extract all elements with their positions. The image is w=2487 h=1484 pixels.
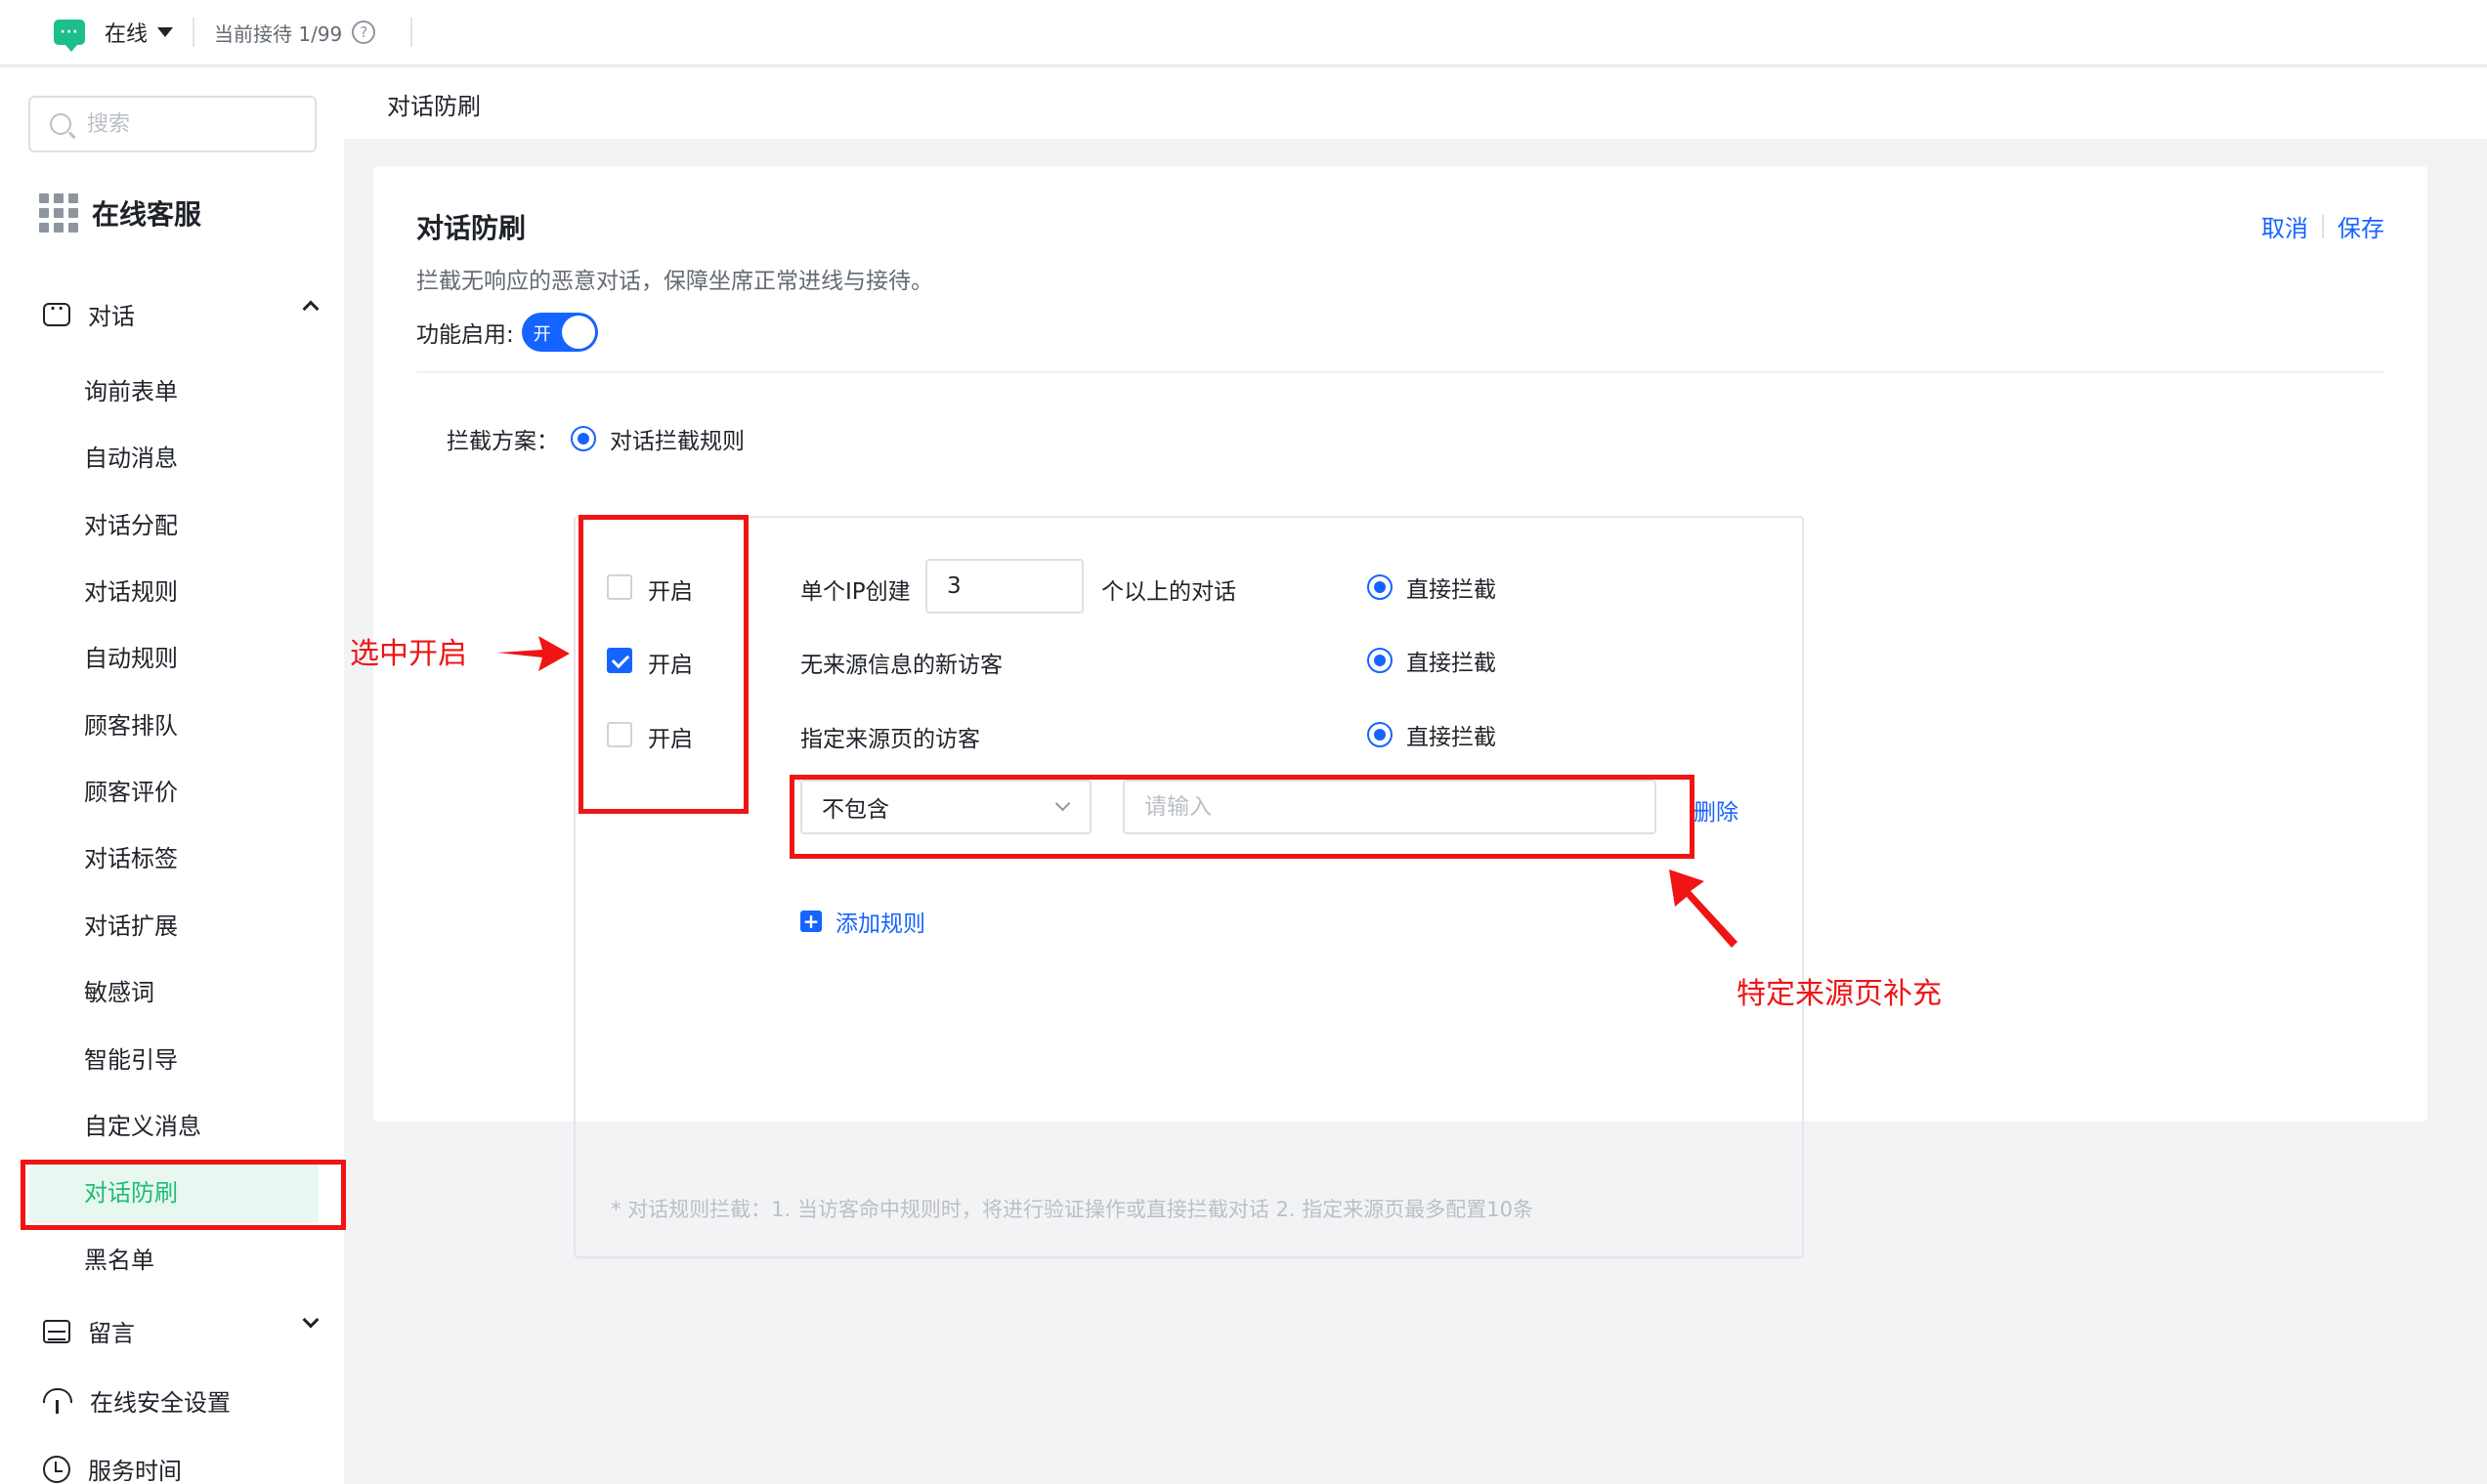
enable-row: 功能启用: 开 [416,313,598,352]
card-description: 拦截无响应的恶意对话，保障坐席正常进线与接待。 [416,269,933,294]
help-icon[interactable]: ? [352,21,376,44]
page-header: 对话防刷 [344,68,2487,139]
divider [2322,214,2324,238]
annotation-select-enable: 选中开启 [350,637,467,671]
search-input[interactable] [87,111,302,137]
rule-3-action-radio[interactable] [1367,722,1393,747]
chat-bubble-icon [43,299,70,326]
annotation-arrow-right [497,636,570,671]
sidebar-item-dialog-assign[interactable]: 对话分配 [84,506,178,540]
rule-1-suffix: 个以上的对话 [1101,579,1236,605]
sidebar-group-security[interactable]: 在线安全设置 [43,1383,317,1418]
breadcrumb: 对话防刷 [387,92,481,120]
divider [410,18,413,47]
rule-2-action-radio[interactable] [1367,648,1393,673]
chevron-down-icon[interactable] [302,1311,320,1329]
online-chat-icon: ··· [54,20,85,52]
annotation-box-source-rule [790,775,1694,859]
annotation-arrow-up [1669,869,1737,948]
rule-3-action[interactable]: 直接拦截 [1367,718,1496,751]
brand-title: 在线客服 [92,198,202,231]
scheme-radio[interactable] [571,426,596,451]
rule-3-action-label[interactable]: 直接拦截 [1406,718,1496,751]
sidebar-group-label: 对话 [88,303,135,330]
sidebar-item-smart-guide[interactable]: 智能引导 [84,1040,178,1075]
save-button[interactable]: 保存 [2337,209,2384,243]
sidebar-group-label: 留言 [88,1320,135,1347]
annotation-box-checkboxes [579,515,749,814]
clock-icon [43,1455,70,1483]
rules-box: 开启 开启 开启 单个IP创建 个以上的对话 直接拦截 无来源信息的新访客 直接… [574,516,1804,1258]
delete-rule-button[interactable]: 删除 [1694,793,1738,827]
rule-2-action[interactable]: 直接拦截 [1367,644,1496,677]
toggle-text: 开 [533,324,551,345]
sidebar-item-customer-rating[interactable]: 顾客评价 [84,773,178,807]
divider [193,18,195,47]
sidebar-group-label: 服务时间 [88,1458,182,1484]
sidebar-item-pre-chat-form[interactable]: 询前表单 [84,372,178,406]
annotation-box-active-item [21,1160,346,1230]
scheme-label: 拦截方案： [447,429,559,454]
status-dropdown[interactable]: 在线 [105,17,148,48]
search-box[interactable] [28,96,317,152]
plus-icon: + [800,911,822,932]
scheme-option-label[interactable]: 对话拦截规则 [610,422,745,455]
card-title: 对话防刷 [416,212,527,244]
rule-3-text: 指定来源页的访客 [800,727,980,752]
sidebar-item-blacklist[interactable]: 黑名单 [84,1241,154,1275]
sidebar-item-custom-message[interactable]: 自定义消息 [84,1107,201,1141]
rule-2-action-label[interactable]: 直接拦截 [1406,644,1496,677]
rule-1-action-label[interactable]: 直接拦截 [1406,571,1496,604]
sidebar-item-auto-rules[interactable]: 自动规则 [84,639,178,673]
inbox-icon [43,1319,70,1343]
rule-1-text: 单个IP创建 [800,579,911,605]
rule-1-action[interactable]: 直接拦截 [1367,571,1496,604]
card-actions: 取消 保存 [2261,209,2384,243]
sidebar-item-customer-queue[interactable]: 顾客排队 [84,706,178,741]
annotation-source-supplement: 特定来源页补充 [1737,977,1942,1011]
rules-note: * 对话规则拦截：1. 当访客命中规则时，将进行验证操作或直接拦截对话 2. 指… [611,1198,1533,1221]
umbrella-icon [43,1386,72,1416]
add-rule-button[interactable]: + 添加规则 [800,905,925,938]
sidebar-item-dialog-rules[interactable]: 对话规则 [84,572,178,607]
rule-2-text: 无来源信息的新访客 [800,653,1003,678]
chevron-up-icon[interactable] [302,300,320,318]
enable-label: 功能启用: [416,322,514,348]
apps-grid-icon[interactable] [39,193,78,233]
reception-count: 当前接待 1/99 [214,21,343,46]
cancel-button[interactable]: 取消 [2261,209,2308,243]
search-icon [50,113,71,135]
top-bar: ··· 在线 当前接待 1/99 ? [0,0,2487,66]
sidebar-group-service-time[interactable]: 服务时间 [43,1452,317,1484]
sidebar-item-dialog-tags[interactable]: 对话标签 [84,839,178,873]
toggle-knob [561,316,595,349]
brand: 在线客服 [39,193,201,233]
enable-toggle[interactable]: 开 [521,313,598,352]
sidebar-item-auto-message[interactable]: 自动消息 [84,439,178,473]
sidebar-item-dialog-extend[interactable]: 对话扩展 [84,907,178,941]
divider [416,371,2384,373]
caret-down-icon[interactable] [157,27,174,37]
sidebar-group-dialog[interactable]: 对话 [43,297,320,331]
rule-1-action-radio[interactable] [1367,574,1393,600]
scheme-row: 拦截方案： 对话拦截规则 [447,422,745,455]
sidebar: 在线客服 对话 询前表单 自动消息 对话分配 对话规则 自动规则 顾客排队 顾客… [0,68,344,1484]
add-rule-label[interactable]: 添加规则 [836,905,925,938]
sidebar-item-sensitive-words[interactable]: 敏感词 [84,973,154,1007]
sidebar-group-label: 在线安全设置 [90,1389,231,1417]
sidebar-group-message[interactable]: 留言 [43,1311,320,1348]
ip-count-input[interactable] [925,559,1084,614]
